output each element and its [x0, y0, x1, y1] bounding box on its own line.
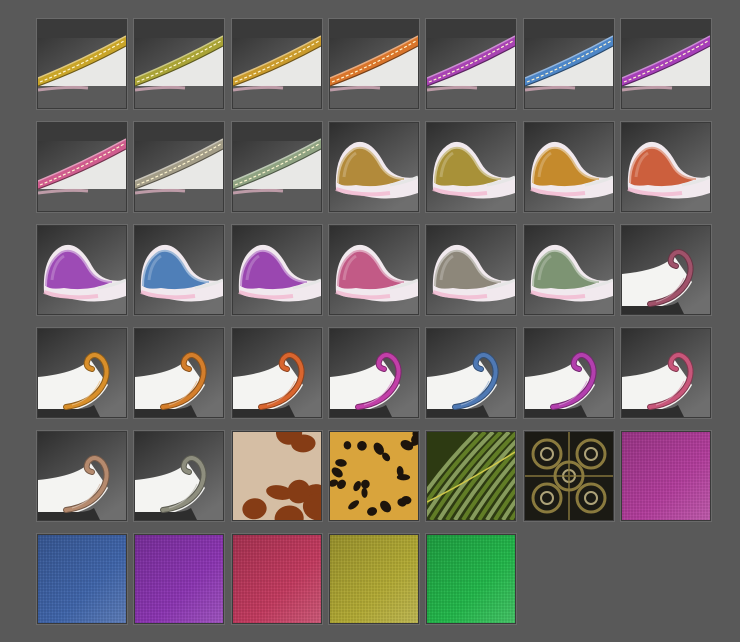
swatch-thumbnail — [427, 432, 515, 520]
swatch-tile-fabric[interactable] — [37, 534, 127, 624]
swatch-tile-strap[interactable] — [524, 19, 614, 109]
swatch-tile-fabric[interactable] — [232, 534, 322, 624]
swatch-thumbnail — [622, 432, 710, 520]
swatch-tile-curl[interactable] — [426, 328, 516, 418]
swatch-thumbnail — [330, 226, 418, 314]
swatch-thumbnail — [427, 535, 515, 623]
swatch-thumbnail — [233, 20, 321, 108]
swatch-tile-curl[interactable] — [134, 328, 224, 418]
swatch-thumbnail — [427, 123, 515, 211]
swatch-thumbnail — [233, 329, 321, 417]
swatch-tile-strap[interactable] — [134, 19, 224, 109]
swatch-thumbnail — [330, 20, 418, 108]
swatch-tile-curl[interactable] — [329, 328, 419, 418]
swatch-thumbnail — [622, 329, 710, 417]
swatch-thumbnail — [135, 20, 223, 108]
swatch-tile-cup[interactable] — [37, 225, 127, 315]
swatch-thumbnail — [233, 123, 321, 211]
swatch-thumbnail — [38, 226, 126, 314]
swatch-thumbnail — [622, 20, 710, 108]
swatch-tile-cup[interactable] — [426, 122, 516, 212]
swatch-tile-fabric[interactable] — [621, 431, 711, 521]
swatch-grid — [0, 0, 740, 642]
swatch-tile-strap[interactable] — [232, 122, 322, 212]
swatch-thumbnail — [38, 535, 126, 623]
swatch-tile-curl[interactable] — [621, 328, 711, 418]
swatch-tile-strap[interactable] — [37, 122, 127, 212]
swatch-thumbnail — [135, 432, 223, 520]
swatch-tile-strap[interactable] — [134, 122, 224, 212]
swatch-thumbnail — [38, 123, 126, 211]
swatch-thumbnail — [525, 432, 613, 520]
swatch-tile-curl[interactable] — [621, 225, 711, 315]
swatch-tile-strap[interactable] — [232, 19, 322, 109]
swatch-tile-leopard[interactable] — [329, 431, 419, 521]
swatch-tile-cup[interactable] — [621, 122, 711, 212]
swatch-tile-curl[interactable] — [524, 328, 614, 418]
swatch-tile-curl[interactable] — [37, 431, 127, 521]
swatch-tile-cup[interactable] — [524, 225, 614, 315]
swatch-thumbnail — [38, 20, 126, 108]
swatch-tile-strap[interactable] — [621, 19, 711, 109]
swatch-thumbnail — [330, 123, 418, 211]
swatch-tile-cup[interactable] — [329, 225, 419, 315]
swatch-tile-strap[interactable] — [329, 19, 419, 109]
swatch-thumbnail — [135, 329, 223, 417]
swatch-tile-curl[interactable] — [37, 328, 127, 418]
swatch-thumbnail — [330, 329, 418, 417]
swatch-thumbnail — [622, 226, 710, 314]
swatch-tile-fabric[interactable] — [134, 534, 224, 624]
swatch-thumbnail — [330, 535, 418, 623]
swatch-thumbnail — [135, 123, 223, 211]
swatch-tile-giraffe[interactable] — [232, 431, 322, 521]
swatch-tile-cup[interactable] — [524, 122, 614, 212]
swatch-tile-fabric[interactable] — [426, 534, 516, 624]
swatch-tile-curl[interactable] — [232, 328, 322, 418]
swatch-thumbnail — [233, 432, 321, 520]
swatch-tile-cup[interactable] — [232, 225, 322, 315]
swatch-tile-strap[interactable] — [37, 19, 127, 109]
swatch-thumbnail — [38, 432, 126, 520]
swatch-thumbnail — [233, 535, 321, 623]
swatch-thumbnail — [427, 329, 515, 417]
swatch-tile-ornament[interactable] — [524, 431, 614, 521]
swatch-thumbnail — [525, 226, 613, 314]
swatch-thumbnail — [233, 226, 321, 314]
swatch-thumbnail — [427, 226, 515, 314]
swatch-tile-fabric[interactable] — [329, 534, 419, 624]
swatch-tile-strap[interactable] — [426, 19, 516, 109]
swatch-thumbnail — [622, 123, 710, 211]
swatch-thumbnail — [525, 20, 613, 108]
swatch-tile-feather[interactable] — [426, 431, 516, 521]
swatch-tile-cup[interactable] — [134, 225, 224, 315]
swatch-tile-cup[interactable] — [329, 122, 419, 212]
swatch-thumbnail — [330, 432, 418, 520]
swatch-thumbnail — [525, 123, 613, 211]
swatch-thumbnail — [38, 329, 126, 417]
swatch-tile-cup[interactable] — [426, 225, 516, 315]
swatch-thumbnail — [135, 226, 223, 314]
swatch-thumbnail — [525, 329, 613, 417]
swatch-thumbnail — [427, 20, 515, 108]
swatch-thumbnail — [135, 535, 223, 623]
swatch-tile-curl[interactable] — [134, 431, 224, 521]
